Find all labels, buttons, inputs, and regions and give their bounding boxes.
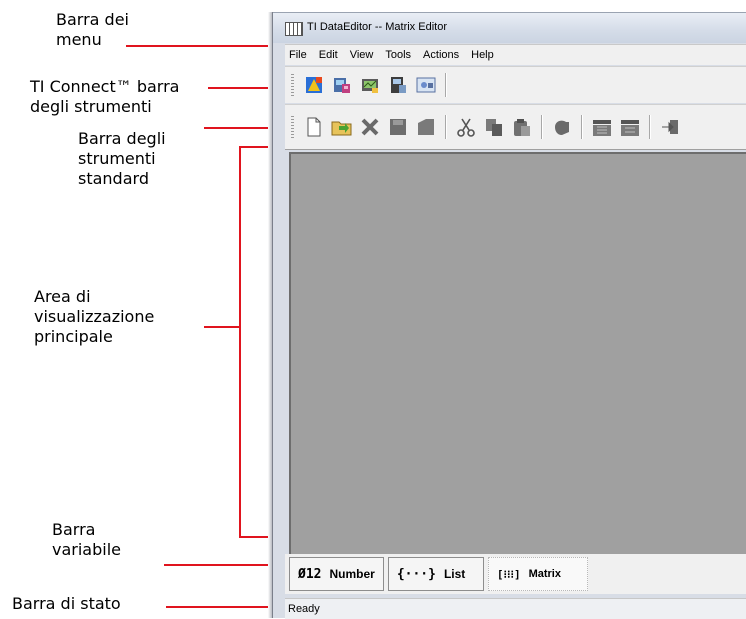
toolbar-separator (541, 115, 543, 139)
menu-tools[interactable]: Tools (379, 49, 417, 61)
pointer-menu-bar (126, 45, 282, 47)
annotation-variable-bar: Barra variabile (52, 520, 121, 559)
status-text: Ready (288, 603, 320, 615)
pointer-variable-bar (164, 564, 274, 566)
annotation-menu-bar: Barra dei menu (56, 10, 129, 49)
tab-list[interactable]: {···} List (387, 557, 484, 591)
open-folder-icon[interactable] (331, 116, 353, 138)
annotation-status-bar: Barra di stato (12, 594, 121, 613)
main-display-area[interactable] (289, 152, 746, 554)
menu-help[interactable]: Help (465, 49, 500, 61)
copy-icon[interactable] (483, 116, 505, 138)
annotation-ti-connect-toolbar: TI Connect™ barra degli strumenti (30, 77, 180, 116)
toolbar-separator (649, 115, 651, 139)
toolbar-grip[interactable] (291, 116, 294, 138)
toolbar-separator (581, 115, 583, 139)
save-icon[interactable] (387, 116, 409, 138)
import-icon[interactable] (659, 116, 681, 138)
pointer-ti-connect-toolbar (208, 87, 274, 89)
toolbar-grip[interactable] (291, 74, 294, 96)
matrix-editor-icon (285, 22, 303, 36)
bracket-main-area (239, 146, 241, 538)
tab-matrix[interactable]: [⁝⁝⁝] Matrix (487, 557, 588, 591)
cut-icon[interactable] (455, 116, 477, 138)
send-icon[interactable] (551, 116, 573, 138)
tab-number[interactable]: Ø12 Number (289, 557, 384, 591)
tab-number-label: Number (329, 567, 375, 581)
toolbar-separator (445, 73, 447, 97)
paste-icon[interactable] (511, 116, 533, 138)
tab-list-label: List (443, 567, 466, 581)
ti-connect-toolbar (285, 66, 746, 103)
column-insert-icon[interactable] (591, 116, 613, 138)
menu-actions[interactable]: Actions (417, 49, 465, 61)
save-as-icon[interactable] (415, 116, 437, 138)
menu-bar: File Edit View Tools Actions Help (285, 44, 746, 65)
annotation-main-area: Area di visualizzazione principale (34, 287, 155, 346)
menu-view[interactable]: View (344, 49, 380, 61)
pointer-standard-toolbar (204, 127, 274, 129)
menu-edit[interactable]: Edit (313, 49, 344, 61)
delete-icon[interactable] (359, 116, 381, 138)
menu-file[interactable]: File (285, 49, 313, 61)
tab-matrix-label: Matrix (528, 568, 561, 580)
app-window: TI DataEditor -- Matrix Editor File Edit… (272, 12, 746, 619)
pointer-status-bar (166, 606, 274, 608)
number-icon: Ø12 (298, 566, 322, 582)
status-bar: Ready (285, 598, 746, 619)
standard-toolbar (285, 104, 746, 150)
screen-capture-icon[interactable] (359, 74, 381, 96)
device-explorer-icon[interactable] (331, 74, 353, 96)
column-delete-icon[interactable] (619, 116, 641, 138)
annotation-standard-toolbar: Barra degli strumenti standard (78, 129, 166, 188)
ti-connect-icon[interactable] (303, 74, 325, 96)
pointer-main-area (204, 326, 240, 328)
device-info-icon[interactable] (415, 74, 437, 96)
new-file-icon[interactable] (303, 116, 325, 138)
window-title: TI DataEditor -- Matrix Editor (307, 21, 447, 33)
toolbar-separator (445, 115, 447, 139)
variable-bar: Ø12 Number {···} List [⁝⁝⁝] Matrix (285, 554, 746, 594)
list-icon: {···} (396, 566, 436, 582)
backup-icon[interactable] (387, 74, 409, 96)
matrix-icon: [⁝⁝⁝] (496, 567, 521, 581)
titlebar[interactable]: TI DataEditor -- Matrix Editor (273, 12, 746, 43)
